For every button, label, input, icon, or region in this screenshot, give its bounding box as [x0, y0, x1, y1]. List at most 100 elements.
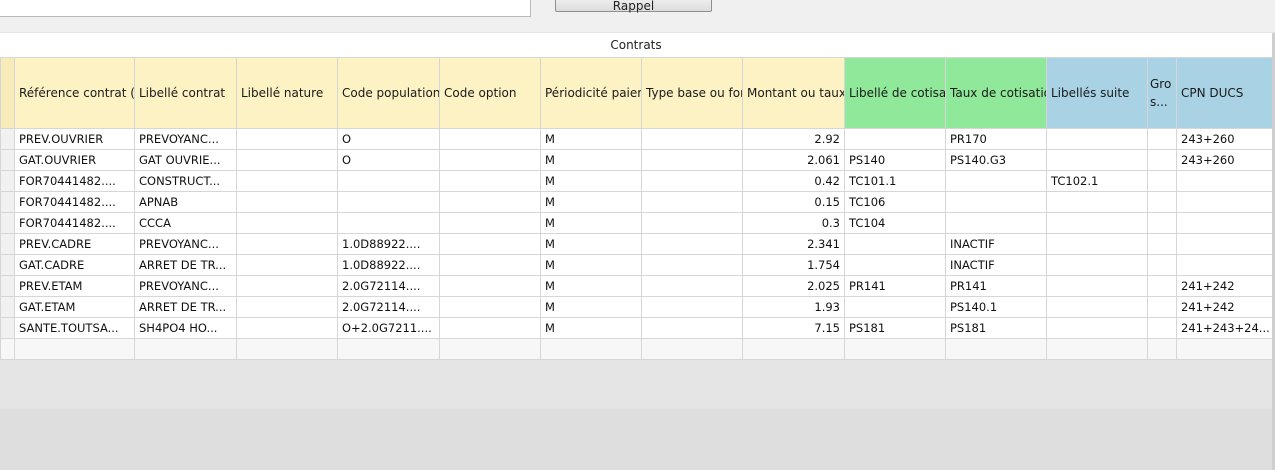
table-cell[interactable] [945, 191, 1047, 213]
column-header[interactable]: CPN DUCS [1176, 57, 1273, 129]
table-row[interactable]: FOR70441482.... CCCA M 0.3 TC104 [0, 212, 1273, 234]
table-cell[interactable] [641, 170, 743, 192]
table-cell[interactable]: SANTE.TOUTSA... [14, 317, 135, 339]
column-header[interactable]: Code population [337, 57, 440, 129]
table-cell[interactable]: GAT OUVRIE... [134, 149, 237, 171]
table-cell[interactable]: TC102.1 [1046, 170, 1148, 192]
table-cell[interactable]: CCCA [134, 212, 237, 234]
table-cell[interactable] [641, 296, 743, 318]
table-cell[interactable] [945, 170, 1047, 192]
row-header[interactable] [0, 149, 15, 171]
table-row[interactable]: PREV.ETAM PREVOYANC... 2.0G72114.... M 2.025… [0, 275, 1273, 297]
table-cell[interactable]: 2.341 [742, 233, 845, 255]
column-header[interactable]: Taux de cotisation [945, 57, 1047, 129]
table-cell[interactable] [439, 128, 541, 150]
table-cell[interactable]: 2.0G72114.... [337, 275, 440, 297]
table-cell[interactable] [236, 170, 338, 192]
table-cell[interactable]: INACTIF [945, 254, 1047, 276]
table-cell[interactable] [439, 212, 541, 234]
row-header[interactable] [0, 254, 15, 276]
column-header[interactable]: Référence contrat (S21.G00.15.001) [14, 57, 135, 129]
table-cell[interactable]: PREV.ETAM [14, 275, 135, 297]
table-cell[interactable] [439, 191, 541, 213]
table-cell[interactable]: M [540, 128, 642, 150]
table-cell[interactable]: 241+242 [1176, 296, 1273, 318]
row-header[interactable] [0, 275, 15, 297]
table-cell[interactable] [236, 233, 338, 255]
table-cell[interactable]: 1.0D88922.... [337, 233, 440, 255]
table-cell[interactable] [236, 212, 338, 234]
table-cell[interactable]: 0.15 [742, 191, 845, 213]
row-header[interactable] [0, 233, 15, 255]
table-row[interactable]: FOR70441482.... APNAB M 0.15 TC106 [0, 191, 1273, 213]
table-cell[interactable]: 2.025 [742, 275, 845, 297]
table-cell[interactable] [1046, 275, 1148, 297]
table-cell[interactable] [1147, 212, 1177, 234]
table-cell[interactable] [1176, 191, 1273, 213]
table-cell[interactable]: GAT.CADRE [14, 254, 135, 276]
table-cell[interactable]: 1.0D88922.... [337, 254, 440, 276]
row-header[interactable] [0, 212, 15, 234]
row-header[interactable] [0, 317, 15, 339]
table-cell[interactable] [1046, 191, 1148, 213]
table-cell[interactable] [1147, 275, 1177, 297]
table-cell[interactable] [1147, 254, 1177, 276]
table-cell[interactable] [337, 338, 440, 360]
table-cell[interactable]: M [540, 296, 642, 318]
table-cell[interactable]: TC106 [844, 191, 946, 213]
table-cell[interactable] [1176, 254, 1273, 276]
table-cell[interactable] [337, 212, 440, 234]
new-row[interactable] [0, 338, 1273, 360]
table-row[interactable]: PREV.OUVRIER PREVOYANC... O M 2.92 PR170 243+2… [0, 128, 1273, 150]
table-cell[interactable] [1046, 212, 1148, 234]
table-cell[interactable]: PR141 [945, 275, 1047, 297]
column-header[interactable]: Libellés suite [1046, 57, 1148, 129]
table-cell[interactable]: PS140.1 [945, 296, 1047, 318]
table-cell[interactable]: PR170 [945, 128, 1047, 150]
column-header[interactable]: Libellé nature [236, 57, 338, 129]
table-cell[interactable]: O [337, 149, 440, 171]
table-cell[interactable] [641, 212, 743, 234]
table-cell[interactable] [1046, 254, 1148, 276]
table-cell[interactable]: PS181 [844, 317, 946, 339]
row-header[interactable] [0, 338, 15, 360]
table-cell[interactable]: 243+260 [1176, 149, 1273, 171]
table-cell[interactable] [641, 128, 743, 150]
table-cell[interactable] [236, 149, 338, 171]
table-cell[interactable]: SH4PO4 HO... [134, 317, 237, 339]
table-cell[interactable]: 243+260 [1176, 128, 1273, 150]
table-cell[interactable]: M [540, 191, 642, 213]
table-cell[interactable]: PR141 [844, 275, 946, 297]
table-cell[interactable] [1147, 149, 1177, 171]
table-cell[interactable] [439, 254, 541, 276]
table-cell[interactable] [439, 275, 541, 297]
table-cell[interactable] [1046, 338, 1148, 360]
table-cell[interactable]: FOR70441482.... [14, 212, 135, 234]
table-cell[interactable] [1147, 128, 1177, 150]
table-cell[interactable]: CONSTRUCT... [134, 170, 237, 192]
table-cell[interactable]: O [337, 128, 440, 150]
column-header[interactable]: Libellé contrat [134, 57, 237, 129]
column-header[interactable]: Montant ou taux [742, 57, 845, 129]
table-cell[interactable]: FOR70441482.... [14, 191, 135, 213]
table-cell[interactable] [1176, 212, 1273, 234]
column-header[interactable]: Type base ou forfait [641, 57, 743, 129]
table-cell[interactable] [540, 338, 642, 360]
table-cell[interactable]: 1.754 [742, 254, 845, 276]
table-cell[interactable] [236, 128, 338, 150]
table-cell[interactable]: APNAB [134, 191, 237, 213]
table-cell[interactable] [439, 296, 541, 318]
table-cell[interactable]: 1.93 [742, 296, 845, 318]
column-header[interactable]: Gro s... [1147, 57, 1177, 129]
row-header-corner[interactable] [0, 57, 15, 129]
table-cell[interactable] [439, 149, 541, 171]
table-cell[interactable]: PREV.OUVRIER [14, 128, 135, 150]
table-cell[interactable]: M [540, 275, 642, 297]
table-cell[interactable] [844, 338, 946, 360]
table-cell[interactable] [1046, 233, 1148, 255]
table-cell[interactable]: PS181 [945, 317, 1047, 339]
table-cell[interactable] [1147, 338, 1177, 360]
table-cell[interactable] [337, 170, 440, 192]
table-cell[interactable] [439, 338, 541, 360]
row-header[interactable] [0, 296, 15, 318]
